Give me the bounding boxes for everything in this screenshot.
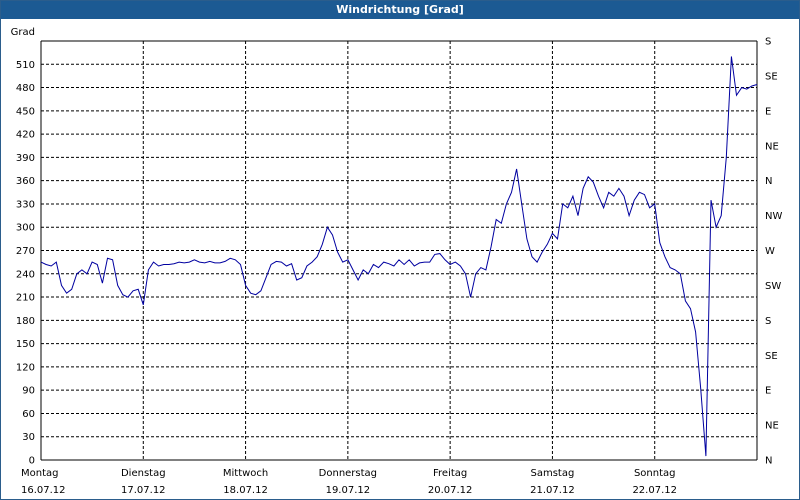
right-tick-label: NE: [765, 141, 779, 152]
y-tick-label: 420: [16, 130, 35, 141]
right-tick-label: N: [765, 456, 772, 467]
right-tick-label: SE: [765, 351, 778, 362]
right-tick-label: S: [765, 37, 771, 48]
chart-window: Windrichtung [Grad] 0 30 60 90 120 150 180 210 2…: [0, 0, 800, 500]
x-tick-date: 22.07.12: [632, 485, 677, 496]
x-tick-day: Dienstag: [121, 468, 166, 479]
y-tick-label: 330: [16, 199, 35, 210]
y-tick-label: 480: [16, 83, 35, 94]
y-tick-label: 210: [16, 293, 35, 304]
y-tick-label: 30: [22, 432, 35, 443]
x-tick-date: 16.07.12: [21, 485, 66, 496]
y-tick-label: 60: [22, 409, 35, 420]
x-tick-day: Montag: [21, 468, 58, 479]
y-tick-label: 90: [22, 386, 35, 397]
right-tick-label: N: [765, 176, 772, 187]
y-tick-label: 120: [16, 362, 35, 373]
y-tick-label: 300: [16, 223, 35, 234]
x-tick-day: Donnerstag: [319, 468, 377, 479]
y-tick-label: 270: [16, 246, 35, 257]
y-tick-label: 0: [29, 456, 35, 467]
right-tick-label: NW: [765, 211, 782, 222]
x-tick-day: Mittwoch: [223, 468, 268, 479]
right-tick-label: W: [765, 246, 775, 257]
x-tick-day: Sonntag: [634, 468, 676, 479]
chart-canvas: 0 30 60 90 120 150 180 210 240 270 300 330 360 390 420…: [11, 27, 783, 496]
y-tick-label: 180: [16, 316, 35, 327]
x-tick-date: 20.07.12: [428, 485, 473, 496]
x-tick-date: 18.07.12: [223, 485, 268, 496]
y-axis-label: Grad: [11, 27, 35, 38]
x-tick-day: Samstag: [531, 468, 575, 479]
series-line: [40, 56, 758, 457]
y-tick-label: 510: [16, 60, 35, 71]
x-tick-day: Freitag: [433, 468, 467, 479]
right-tick-label: E: [765, 386, 771, 397]
y-tick-label: 240: [16, 269, 35, 280]
x-tick-date: 17.07.12: [121, 485, 166, 496]
y-tick-label: 390: [16, 153, 35, 164]
right-tick-label: SE: [765, 71, 778, 82]
x-tick-date: 21.07.12: [530, 485, 575, 496]
right-tick-label: SW: [765, 281, 781, 292]
x-tick-date: 19.07.12: [326, 485, 371, 496]
right-tick-label: NE: [765, 421, 779, 432]
y-tick-label: 360: [16, 176, 35, 187]
right-tick-label: S: [765, 316, 771, 327]
right-tick-label: E: [765, 106, 771, 117]
y-tick-label: 150: [16, 339, 35, 350]
y-tick-label: 450: [16, 106, 35, 117]
